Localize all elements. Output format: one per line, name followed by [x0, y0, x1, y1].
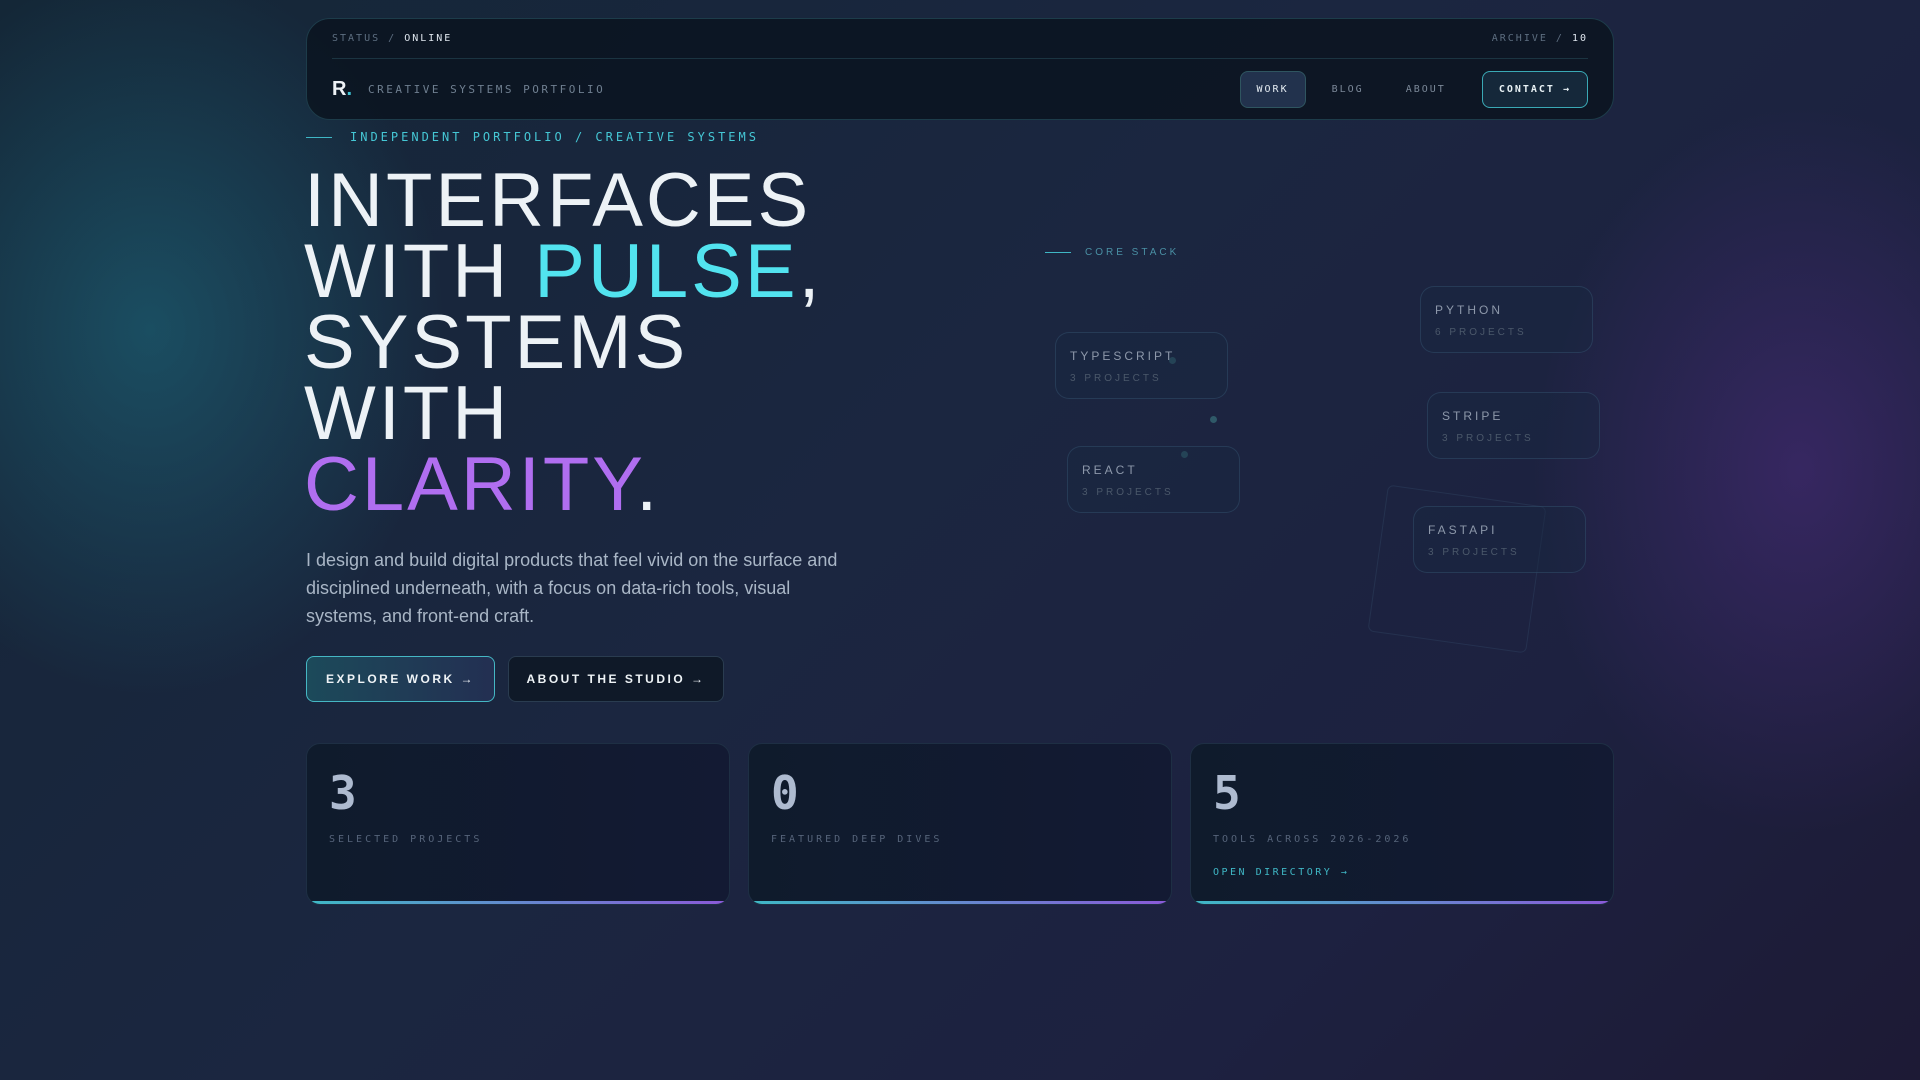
stack-chip-react[interactable]: REACT 3 PROJECTS	[1067, 446, 1240, 513]
nav-link-about[interactable]: ABOUT	[1390, 72, 1462, 107]
stat-card-projects: 3 SELECTED PROJECTS	[306, 743, 730, 905]
chip-name: PYTHON	[1435, 303, 1504, 317]
stat-label: FEATURED DEEP DIVES	[771, 834, 943, 845]
gradient-bar	[1195, 901, 1609, 904]
about-studio-button[interactable]: ABOUT THE STUDIO →	[508, 656, 724, 702]
hero-description: I design and build digital products that…	[306, 550, 838, 626]
eyebrow: INDEPENDENT PORTFOLIO / CREATIVE SYSTEMS	[306, 130, 759, 144]
chip-count: 3 PROJECTS	[1428, 547, 1520, 558]
stat-value: 0	[771, 766, 799, 820]
stat-card-tools: 5 TOOLS ACROSS 2026-2026 OPEN DIRECTORY →	[1190, 743, 1614, 905]
stack-chip-stripe[interactable]: STRIPE 3 PROJECTS	[1427, 392, 1600, 459]
top-nav: STATUS / ONLINE ARCHIVE / 10 R. CREATIVE…	[306, 18, 1614, 120]
stack-chip-typescript[interactable]: TYPESCRIPT 3 PROJECTS	[1055, 332, 1228, 399]
open-directory-link[interactable]: OPEN DIRECTORY →	[1213, 867, 1349, 878]
nav-link-work[interactable]: WORK	[1239, 70, 1306, 108]
tagline: CREATIVE SYSTEMS PORTFOLIO	[368, 82, 606, 96]
core-stack-label: CORE STACK	[1045, 247, 1179, 258]
stat-value: 3	[329, 766, 357, 820]
headline-comma: ,	[798, 229, 823, 314]
core-stack-text: CORE STACK	[1085, 247, 1180, 258]
stack-chip-python[interactable]: PYTHON 6 PROJECTS	[1420, 286, 1593, 353]
contact-button[interactable]: CONTACT →	[1481, 70, 1588, 108]
stat-label: TOOLS ACROSS 2026-2026	[1213, 834, 1412, 845]
status-value: ONLINE	[404, 33, 453, 44]
chip-count: 6 PROJECTS	[1435, 327, 1527, 338]
hero-headline: INTERFACES WITH PULSE, SYSTEMS WITH CLAR…	[304, 163, 823, 523]
archive: ARCHIVE / 10	[1491, 33, 1588, 44]
status: STATUS / ONLINE	[332, 33, 453, 44]
node-dot	[1210, 416, 1217, 423]
stack-chip-fastapi[interactable]: FASTAPI 3 PROJECTS	[1413, 506, 1586, 573]
chip-name: REACT	[1082, 463, 1138, 477]
headline-period: .	[636, 442, 661, 527]
logo-dot: .	[346, 77, 353, 100]
stat-label: SELECTED PROJECTS	[329, 834, 483, 845]
status-bar: STATUS / ONLINE ARCHIVE / 10	[332, 33, 1588, 59]
logo[interactable]: R.	[332, 78, 352, 101]
eyebrow-line	[306, 136, 332, 138]
stat-card-deep-dives: 0 FEATURED DEEP DIVES	[748, 743, 1172, 905]
chip-count: 3 PROJECTS	[1070, 373, 1162, 384]
gradient-bar	[753, 901, 1167, 904]
headline-accent-clarity: CLARITY	[304, 442, 637, 527]
chip-name: TYPESCRIPT	[1070, 349, 1176, 363]
chip-name: STRIPE	[1442, 409, 1504, 423]
eyebrow-text: INDEPENDENT PORTFOLIO / CREATIVE SYSTEMS	[350, 130, 759, 144]
archive-count: 10	[1571, 33, 1588, 44]
status-label: STATUS	[332, 33, 381, 44]
chip-count: 3 PROJECTS	[1442, 433, 1534, 444]
nav-link-blog[interactable]: BLOG	[1316, 72, 1380, 107]
stat-value: 5	[1213, 766, 1241, 820]
logo-letter: R	[332, 77, 347, 100]
core-stack-line	[1045, 252, 1071, 253]
archive-label: ARCHIVE	[1491, 33, 1548, 44]
chip-count: 3 PROJECTS	[1082, 487, 1174, 498]
gradient-bar	[311, 901, 725, 904]
chip-name: FASTAPI	[1428, 523, 1498, 537]
explore-work-button[interactable]: EXPLORE WORK →	[306, 656, 495, 702]
